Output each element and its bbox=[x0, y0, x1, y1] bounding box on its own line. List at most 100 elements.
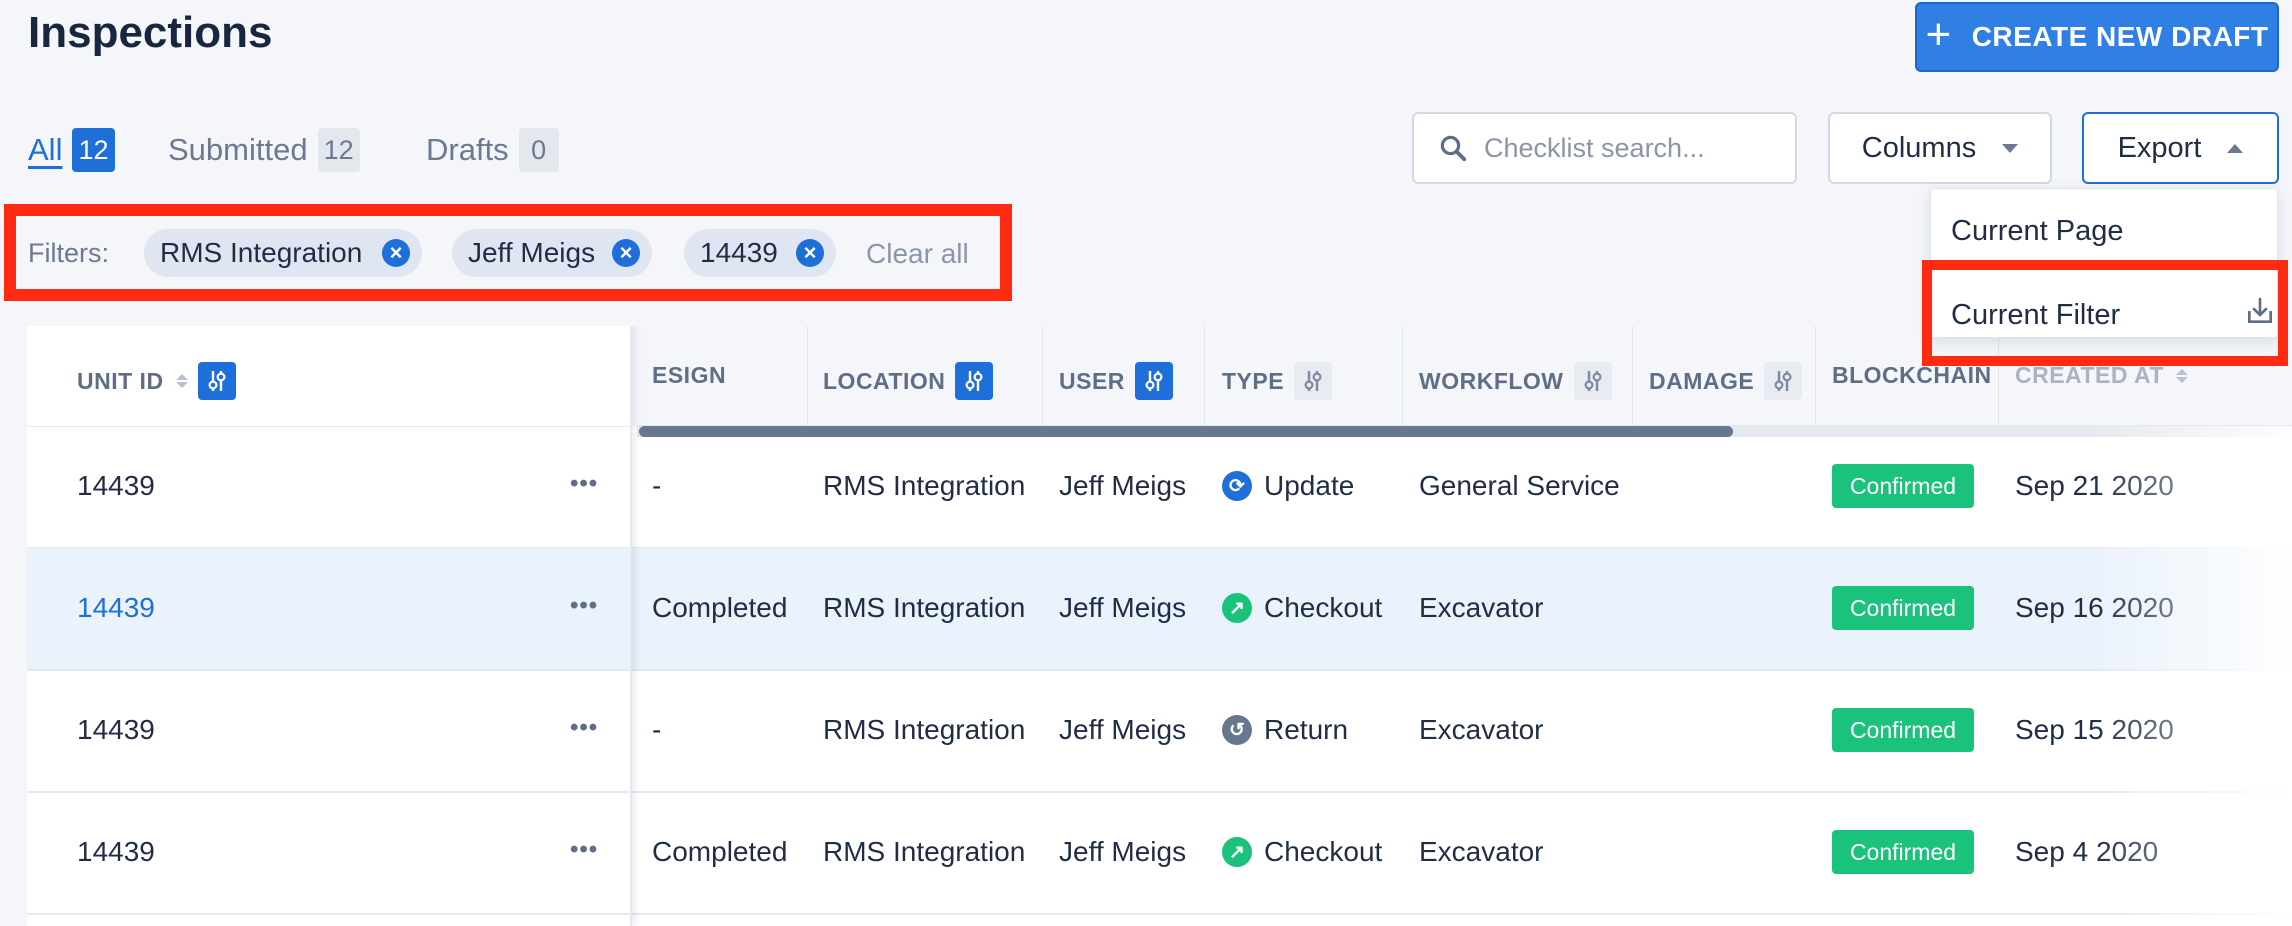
export-current-filter[interactable]: Current Filter bbox=[1951, 299, 2120, 332]
more-icon[interactable]: ••• bbox=[570, 592, 598, 620]
status-badge: Confirmed bbox=[1832, 708, 1974, 752]
create-new-draft-label: CREATE NEW DRAFT bbox=[1971, 21, 2269, 52]
tab-all[interactable]: All 12 bbox=[28, 128, 115, 172]
user-cell: Jeff Meigs bbox=[1059, 470, 1187, 501]
filter-chip-unit: 14439 × bbox=[684, 229, 836, 277]
column-filter-icon[interactable] bbox=[1294, 362, 1333, 400]
workflow-cell: Excavator bbox=[1419, 836, 1544, 867]
type-cell: ↺ Return bbox=[1222, 714, 1348, 746]
export-menu: Current Page Current Filter bbox=[1930, 188, 2278, 338]
user-cell: Jeff Meigs bbox=[1059, 836, 1187, 867]
sort-icon[interactable] bbox=[175, 374, 188, 388]
checklist-search[interactable] bbox=[1412, 112, 1797, 184]
unit-id-cell: 14439 bbox=[77, 836, 155, 867]
chevron-down-icon bbox=[2002, 143, 2019, 153]
blockchain-cell: Confirmed bbox=[1832, 464, 1974, 508]
tab-drafts-count: 0 bbox=[518, 128, 559, 172]
location-cell: RMS Integration bbox=[823, 592, 1026, 623]
type-cell: ↗ Checkout bbox=[1222, 836, 1382, 868]
column-header-type[interactable]: TYPE bbox=[1222, 362, 1333, 400]
tab-all-count: 12 bbox=[72, 128, 115, 172]
arrow-up-right-icon: ↗ bbox=[1222, 593, 1252, 623]
column-header-esign[interactable]: ESIGN bbox=[652, 362, 726, 389]
tab-submitted-count: 12 bbox=[317, 128, 360, 172]
search-icon bbox=[1440, 135, 1467, 162]
columns-button[interactable]: Columns bbox=[1828, 112, 2052, 184]
table-row-fixed[interactable]: 14439 ••• bbox=[27, 670, 630, 793]
column-filter-icon[interactable] bbox=[1764, 362, 1803, 400]
type-cell: ⟳ Update bbox=[1222, 470, 1354, 502]
horizontal-scrollbar-thumb[interactable] bbox=[639, 426, 1733, 437]
inspections-table: ESIGN LOCATION USER TYPE WORKFLOW DAMAGE… bbox=[27, 326, 2292, 926]
blockchain-cell: Confirmed bbox=[1832, 830, 1974, 874]
checklist-search-input[interactable] bbox=[1482, 131, 1786, 165]
user-cell: Jeff Meigs bbox=[1059, 714, 1187, 745]
created-at-cell: Sep 16 2020 bbox=[2015, 592, 2174, 623]
tab-submitted[interactable]: Submitted 12 bbox=[168, 128, 360, 172]
remove-filter-icon[interactable]: × bbox=[612, 239, 640, 267]
blockchain-cell: Confirmed bbox=[1832, 586, 1974, 630]
location-cell: RMS Integration bbox=[823, 470, 1026, 501]
unit-id-cell: 14439 bbox=[77, 470, 155, 501]
column-header-damage[interactable]: DAMAGE bbox=[1649, 362, 1803, 400]
export-button-label: Export bbox=[2117, 131, 2202, 164]
status-badge: Confirmed bbox=[1832, 830, 1974, 874]
create-new-draft-button[interactable]: + CREATE NEW DRAFT bbox=[1915, 2, 2279, 72]
column-filter-icon[interactable] bbox=[197, 362, 236, 400]
remove-filter-icon[interactable]: × bbox=[796, 239, 824, 267]
esign-cell: - bbox=[652, 714, 662, 745]
chevron-up-icon bbox=[2227, 143, 2244, 153]
column-filter-icon[interactable] bbox=[955, 362, 994, 400]
filter-chip-location: RMS Integration × bbox=[144, 229, 422, 277]
status-badge: Confirmed bbox=[1832, 464, 1974, 508]
esign-cell: - bbox=[652, 470, 662, 501]
column-header-blockchain[interactable]: BLOCKCHAIN bbox=[1832, 362, 1992, 389]
type-cell: ↗ Checkout bbox=[1222, 592, 1382, 624]
more-icon[interactable]: ••• bbox=[570, 836, 598, 864]
return-icon: ↺ bbox=[1222, 715, 1252, 745]
created-at-cell: Sep 21 2020 bbox=[2015, 470, 2174, 501]
page-title: Inspections bbox=[28, 8, 273, 57]
unit-id-cell: 14439 bbox=[77, 714, 155, 745]
tab-drafts-label: Drafts bbox=[426, 132, 509, 167]
remove-filter-icon[interactable]: × bbox=[382, 239, 410, 267]
filters-label: Filters: bbox=[28, 238, 109, 268]
export-button[interactable]: Export bbox=[2082, 112, 2279, 184]
columns-button-label: Columns bbox=[1861, 131, 1977, 164]
clear-all-link[interactable]: Clear all bbox=[866, 238, 969, 270]
created-at-cell: Sep 4 2020 bbox=[2015, 836, 2159, 867]
column-header-unit-id[interactable]: UNIT ID bbox=[27, 326, 630, 427]
filter-chip-label: Jeff Meigs bbox=[468, 237, 596, 268]
tab-submitted-label: Submitted bbox=[168, 132, 308, 167]
workflow-cell: General Service bbox=[1419, 470, 1620, 501]
column-filter-icon[interactable] bbox=[1134, 362, 1173, 400]
status-badge: Confirmed bbox=[1832, 586, 1974, 630]
more-icon[interactable]: ••• bbox=[570, 470, 598, 498]
arrow-up-right-icon: ↗ bbox=[1222, 837, 1252, 867]
location-cell: RMS Integration bbox=[823, 836, 1026, 867]
workflow-cell: Excavator bbox=[1419, 714, 1544, 745]
created-at-cell: Sep 15 2020 bbox=[2015, 714, 2174, 745]
tab-drafts[interactable]: Drafts 0 bbox=[426, 128, 559, 172]
table-row-fixed[interactable]: 14439 ••• bbox=[27, 426, 630, 549]
download-icon[interactable] bbox=[2243, 295, 2277, 327]
more-icon[interactable]: ••• bbox=[570, 714, 598, 742]
column-header-created-at[interactable]: CREATED AT bbox=[2015, 362, 2188, 389]
sort-icon[interactable] bbox=[2175, 368, 2188, 383]
esign-cell: Completed bbox=[652, 836, 788, 867]
refresh-icon: ⟳ bbox=[1222, 471, 1252, 501]
unit-id-link[interactable]: 14439 bbox=[77, 592, 155, 624]
column-filter-icon[interactable] bbox=[1573, 362, 1612, 400]
filter-chip-user: Jeff Meigs × bbox=[452, 229, 652, 277]
column-header-location[interactable]: LOCATION bbox=[823, 362, 994, 400]
column-header-user[interactable]: USER bbox=[1059, 362, 1173, 400]
workflow-cell: Excavator bbox=[1419, 592, 1544, 623]
unit-id-column: UNIT ID 14439 ••• 14439 ••• 14439 ••• 14… bbox=[27, 326, 632, 926]
export-current-page[interactable]: Current Page bbox=[1951, 215, 2124, 248]
plus-icon: + bbox=[1925, 10, 1952, 59]
table-row-fixed[interactable]: 14439 ••• bbox=[27, 792, 630, 915]
column-header-workflow[interactable]: WORKFLOW bbox=[1419, 362, 1612, 400]
location-cell: RMS Integration bbox=[823, 714, 1026, 745]
user-cell: Jeff Meigs bbox=[1059, 592, 1187, 623]
table-row-fixed[interactable]: 14439 ••• bbox=[27, 548, 630, 671]
